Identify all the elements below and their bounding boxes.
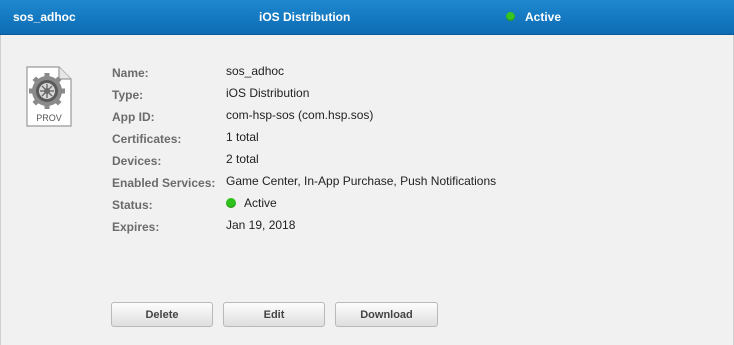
- devices-value: 2 total: [226, 152, 259, 166]
- profile-details-panel: [0, 35, 734, 345]
- app-id-label: App ID:: [112, 110, 155, 124]
- type-label: Type:: [112, 88, 144, 102]
- type-value: iOS Distribution: [226, 86, 310, 100]
- header-status: Active: [525, 10, 562, 24]
- status-label: Status:: [112, 198, 153, 212]
- name-label: Name:: [112, 66, 149, 80]
- devices-label: Devices:: [112, 154, 162, 168]
- download-button[interactable]: Download: [335, 302, 438, 327]
- provisioning-profile-icon: PROV: [26, 66, 72, 127]
- delete-button[interactable]: Delete: [111, 302, 213, 327]
- certificates-value: 1 total: [226, 130, 259, 144]
- expires-label: Expires:: [112, 220, 160, 234]
- expires-value: Jan 19, 2018: [226, 218, 296, 232]
- app-id-value: com-hsp-sos (com.hsp.sos): [226, 108, 374, 122]
- status-value: Active: [244, 196, 277, 210]
- services-label: Enabled Services:: [112, 176, 216, 190]
- file-icon-caption: PROV: [36, 113, 62, 123]
- status-value-wrap: Active: [226, 196, 277, 210]
- profile-header[interactable]: sos_adhoc iOS Distribution Active: [0, 0, 734, 35]
- certificates-label: Certificates:: [112, 132, 182, 146]
- name-value: sos_adhoc: [226, 64, 285, 78]
- status-active-icon: [226, 198, 236, 208]
- services-value: Game Center, In-App Purchase, Push Notif…: [226, 174, 497, 188]
- header-profile-type: iOS Distribution: [259, 10, 351, 24]
- edit-button[interactable]: Edit: [223, 302, 325, 327]
- header-profile-name: sos_adhoc: [13, 10, 76, 24]
- status-dot-icon: [506, 12, 515, 21]
